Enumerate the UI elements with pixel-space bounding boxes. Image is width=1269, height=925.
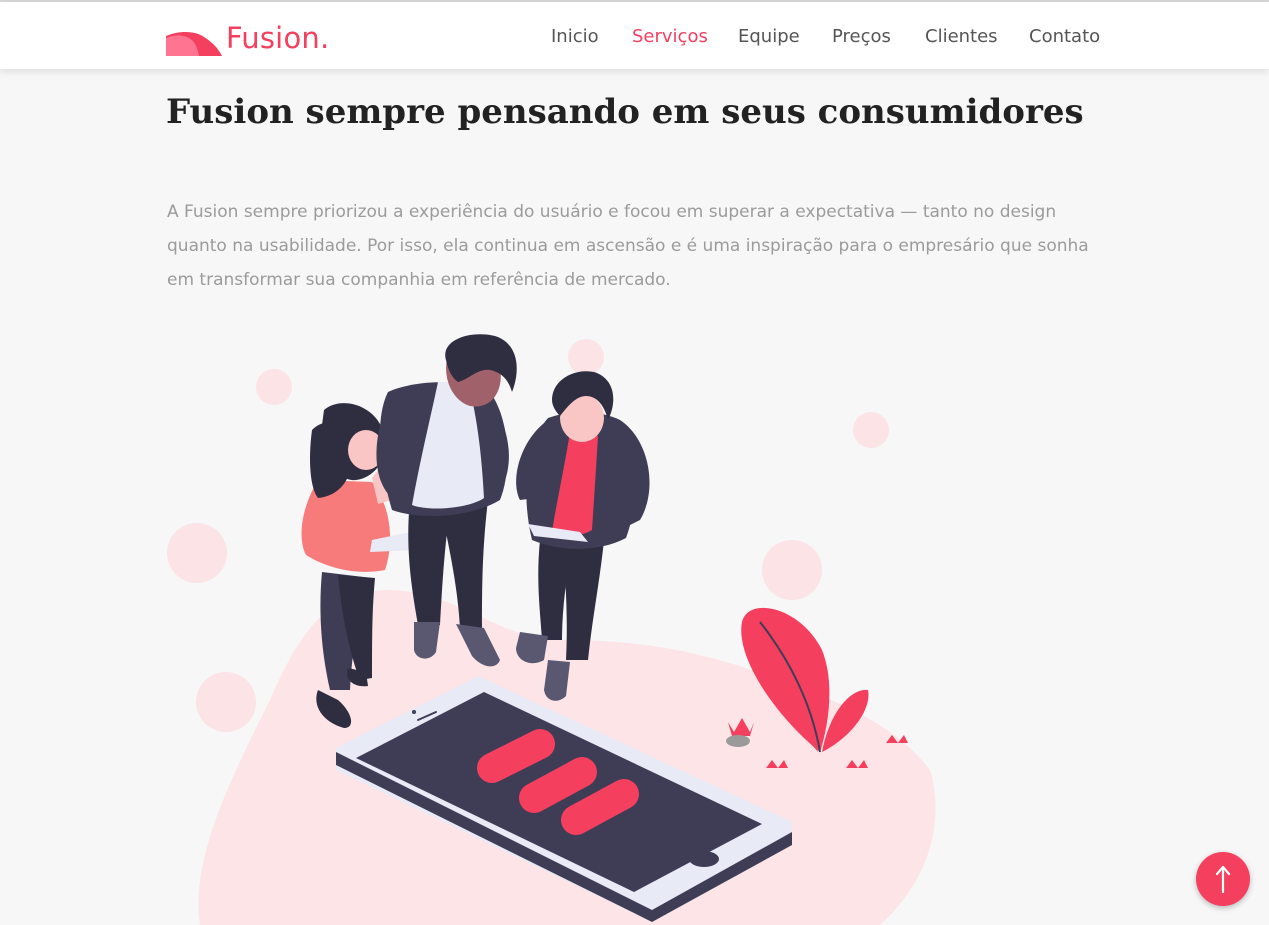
main-nav: Inicio Serviços Equipe Preços Clientes C… bbox=[0, 24, 1269, 52]
site-header: Fusion. Inicio Serviços Equipe Preços Cl… bbox=[0, 2, 1269, 69]
section-title: Fusion sempre pensando em seus consumido… bbox=[166, 92, 1084, 132]
nav-inicio[interactable]: Inicio bbox=[551, 24, 599, 50]
nav-clientes[interactable]: Clientes bbox=[925, 24, 998, 50]
back-to-top-button[interactable] bbox=[1196, 852, 1250, 906]
nav-precos[interactable]: Preços bbox=[832, 24, 891, 50]
team-smartphone-illustration bbox=[167, 334, 936, 925]
nav-contato[interactable]: Contato bbox=[1029, 24, 1100, 50]
nav-equipe[interactable]: Equipe bbox=[738, 24, 800, 50]
section-paragraph: A Fusion sempre priorizou a experiência … bbox=[167, 202, 1089, 290]
nav-servicos[interactable]: Serviços bbox=[632, 24, 708, 50]
arrow-up-icon bbox=[1215, 865, 1231, 894]
